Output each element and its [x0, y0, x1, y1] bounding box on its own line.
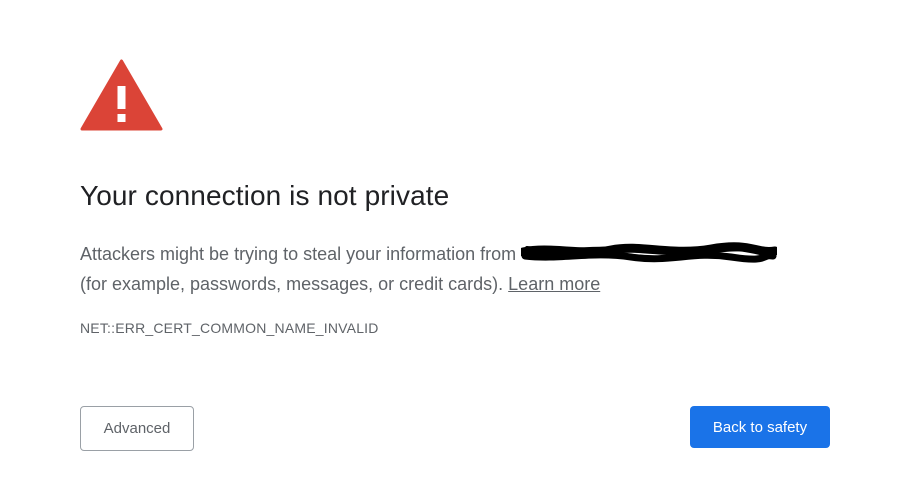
learn-more-link[interactable]: Learn more [508, 274, 600, 294]
error-code: NET::ERR_CERT_COMMON_NAME_INVALID [80, 320, 379, 336]
message-line-2: (for example, passwords, messages, or cr… [80, 269, 840, 299]
advanced-button[interactable]: Advanced [80, 406, 194, 451]
page-title: Your connection is not private [80, 180, 450, 211]
redacted-hostname [521, 242, 778, 264]
message-text-1: Attackers might be trying to steal your … [80, 244, 517, 264]
back-to-safety-button[interactable]: Back to safety [690, 406, 830, 448]
message-text-2: (for example, passwords, messages, or cr… [80, 274, 504, 294]
warning-message: Attackers might be trying to steal your … [80, 239, 840, 299]
message-line-1: Attackers might be trying to steal your … [80, 239, 840, 269]
warning-triangle-icon [80, 59, 163, 131]
